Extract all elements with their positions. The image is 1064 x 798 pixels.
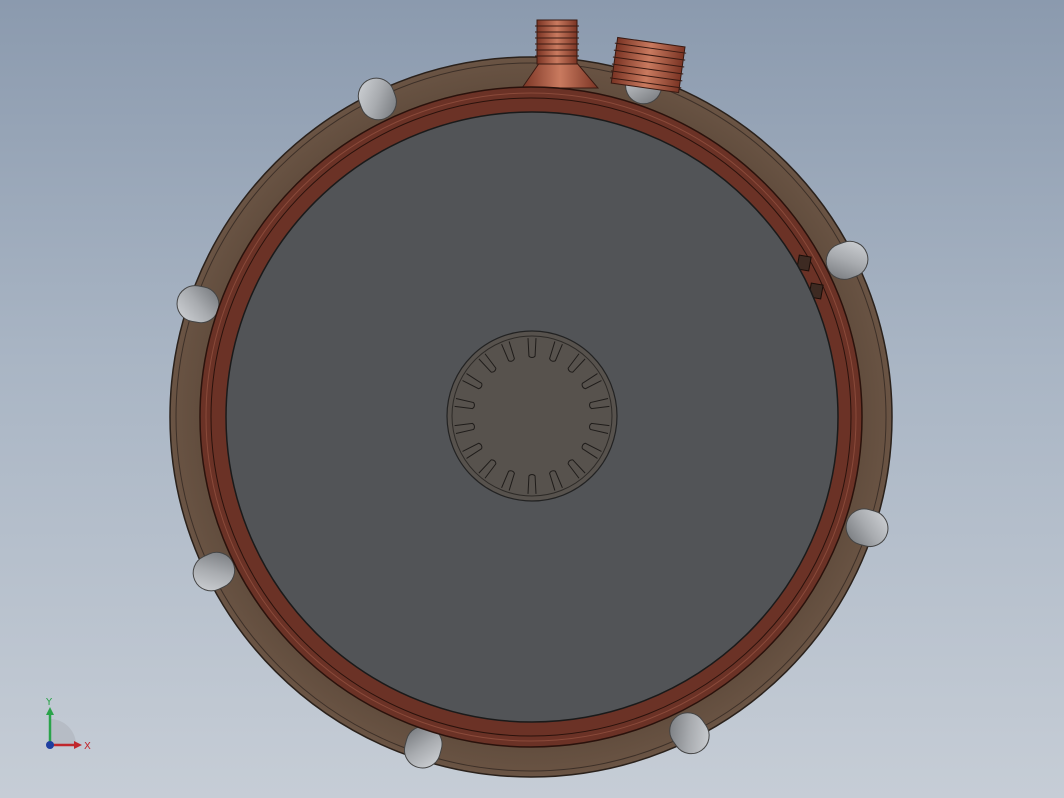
y-axis-label: Y — [45, 697, 53, 708]
z-axis-dot — [46, 741, 54, 749]
threaded-fitting-right[interactable] — [609, 36, 687, 94]
central-hub[interactable] — [446, 330, 618, 502]
model-viewport[interactable]: Y X — [0, 0, 1064, 798]
view-triad: Y X — [45, 697, 91, 752]
threaded-fitting-left[interactable] — [521, 19, 600, 89]
x-axis-label: X — [84, 741, 91, 752]
